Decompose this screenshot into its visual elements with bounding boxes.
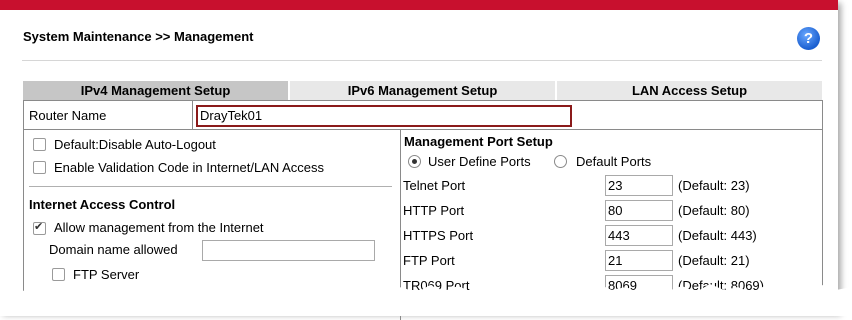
domain-name-input[interactable] <box>202 240 375 261</box>
internet-access-control-heading: Internet Access Control <box>29 197 176 212</box>
http-port-label: HTTP Port <box>403 203 465 218</box>
router-name-divider <box>192 101 193 129</box>
telnet-port-default: (Default: 23) <box>678 178 750 193</box>
management-port-setup-heading: Management Port Setup <box>404 134 553 149</box>
domain-name-label: Domain name allowed <box>49 242 178 257</box>
disable-auto-logout-label: Default:Disable Auto-Logout <box>54 137 216 152</box>
ftp-port-input[interactable]: 21 <box>605 250 673 271</box>
management-page: System Maintenance >> Management ? IPv4 … <box>0 0 838 320</box>
https-port-label: HTTPS Port <box>403 228 474 243</box>
default-ports-radio[interactable] <box>554 155 567 168</box>
router-name-input[interactable]: DrayTek01 <box>196 105 572 127</box>
page-title: System Maintenance >> Management <box>23 29 254 44</box>
default-ports-label: Default Ports <box>576 154 652 169</box>
user-define-ports-radio[interactable] <box>408 155 421 168</box>
allow-management-label: Allow management from the Internet <box>54 220 264 235</box>
ftp-port-default: (Default: 21) <box>678 253 750 268</box>
router-name-label: Router Name <box>29 108 107 123</box>
telnet-port-input[interactable]: 23 <box>605 175 673 196</box>
tab-ipv6-management[interactable]: IPv6 Management Setup <box>290 81 557 100</box>
user-define-ports-label: User Define Ports <box>428 154 531 169</box>
disable-auto-logout-checkbox[interactable] <box>33 138 46 151</box>
http-port-default: (Default: 80) <box>678 203 750 218</box>
tab-ipv4-management[interactable]: IPv4 Management Setup <box>23 81 290 100</box>
https-port-input[interactable]: 443 <box>605 225 673 246</box>
http-port-input[interactable]: 80 <box>605 200 673 221</box>
help-icon[interactable]: ? <box>797 27 820 50</box>
left-divider <box>29 186 392 187</box>
validation-code-label: Enable Validation Code in Internet/LAN A… <box>54 160 325 175</box>
tab-bar: IPv4 Management Setup IPv6 Management Se… <box>23 81 822 100</box>
allow-management-checkbox[interactable] <box>33 220 46 235</box>
ftp-port-label: FTP Port <box>403 253 455 268</box>
telnet-port-label: Telnet Port <box>403 178 466 193</box>
top-accent-bar <box>0 0 838 10</box>
torn-edge-effect <box>0 283 852 316</box>
validation-code-checkbox[interactable] <box>33 161 46 174</box>
router-name-row: Router Name DrayTek01 <box>24 101 822 130</box>
https-port-default: (Default: 443) <box>678 228 757 243</box>
title-divider <box>22 60 822 61</box>
tab-lan-access[interactable]: LAN Access Setup <box>557 81 822 100</box>
